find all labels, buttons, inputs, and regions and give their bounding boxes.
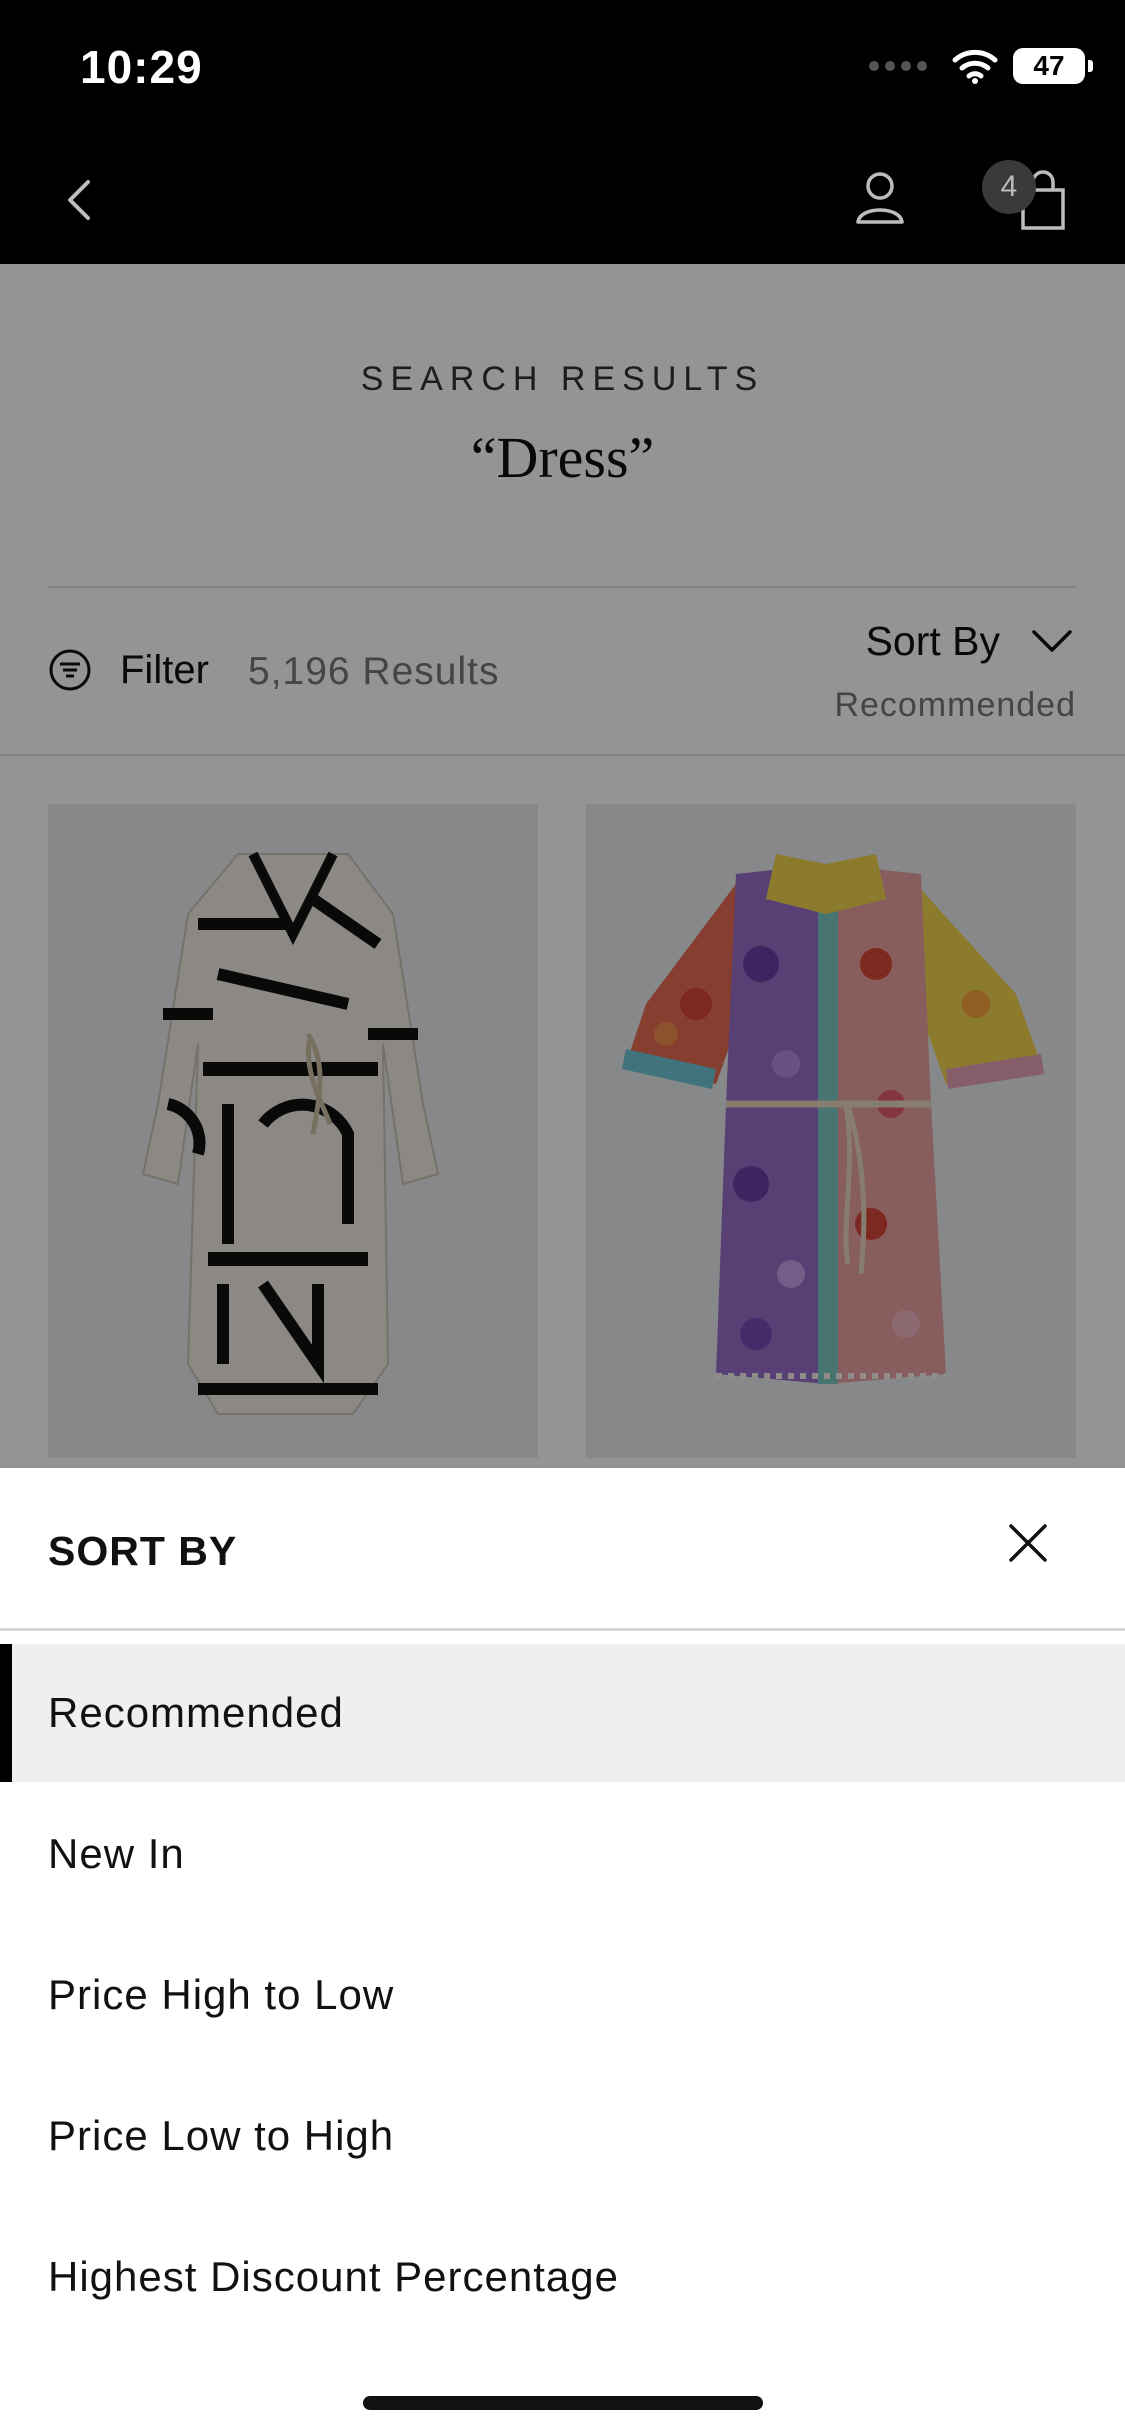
sort-by-sheet: SORT BY Recommended New In Price High to… (0, 1468, 1125, 2436)
sheet-title: SORT BY (48, 1528, 238, 1574)
back-chevron-icon[interactable] (50, 170, 110, 230)
account-icon[interactable] (850, 166, 910, 230)
modal-backdrop[interactable] (0, 264, 1125, 1468)
sort-option-new-in[interactable]: New In (0, 1785, 1125, 1923)
home-indicator[interactable] (363, 2396, 763, 2410)
status-indicators: 47 (869, 44, 1093, 88)
status-bar: 10:29 47 (0, 0, 1125, 140)
sort-option-price-high-to-low[interactable]: Price High to Low (0, 1926, 1125, 2064)
sort-option-highest-discount[interactable]: Highest Discount Percentage (0, 2208, 1125, 2346)
status-time: 10:29 (80, 41, 203, 93)
battery-icon: 47 (1013, 48, 1093, 84)
sort-option-price-low-to-high[interactable]: Price Low to High (0, 2067, 1125, 2205)
wifi-icon (952, 49, 998, 84)
divider (0, 1628, 1125, 1631)
bag-count-badge: 4 (982, 160, 1036, 214)
sort-option-recommended[interactable]: Recommended (0, 1644, 1125, 1782)
top-nav-bar: 4 (0, 140, 1125, 264)
close-icon[interactable] (1003, 1518, 1053, 1568)
cellular-signal-icon (869, 61, 927, 71)
